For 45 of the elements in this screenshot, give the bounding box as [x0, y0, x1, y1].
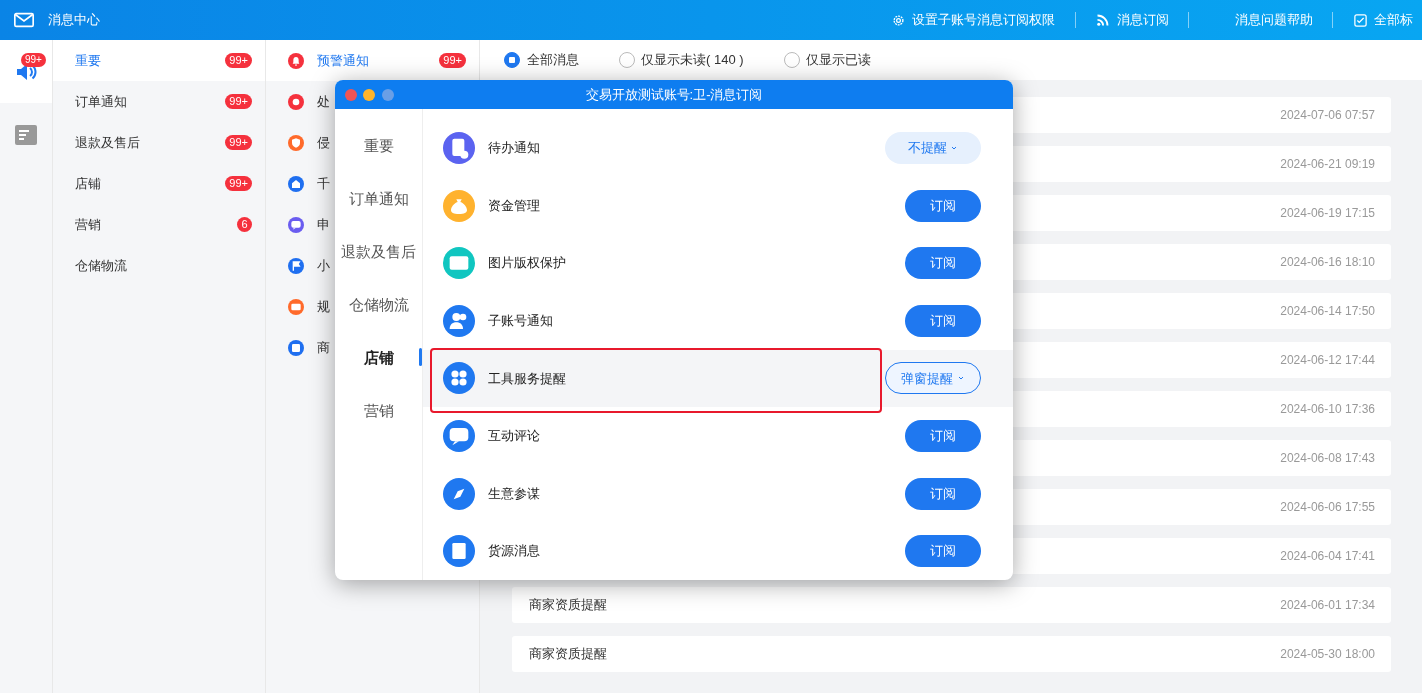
- subcategory-label: 规: [317, 297, 330, 316]
- subscription-name: 图片版权保护: [488, 254, 566, 273]
- message-time: 2024-06-21 09:19: [1280, 156, 1375, 173]
- message-time: 2024-06-01 17:34: [1280, 597, 1375, 614]
- message-time: 2024-06-16 18:10: [1280, 254, 1375, 271]
- subscription-name: 待办通知: [488, 139, 540, 158]
- count-badge: 99+: [225, 94, 252, 109]
- dialog-title: 交易开放测试账号:卫-消息订阅: [585, 85, 763, 104]
- message-time: 2024-06-10 17:36: [1280, 401, 1375, 418]
- app-title: 消息中心: [48, 11, 100, 30]
- subscription-name: 子账号通知: [488, 312, 553, 331]
- message-time: 2024-06-04 17:41: [1280, 548, 1375, 565]
- category-label: 退款及售后: [75, 133, 140, 152]
- subscription-name: 工具服务提醒: [488, 369, 566, 388]
- subscription-name: 货源消息: [488, 542, 540, 561]
- message-time: 2024-06-08 17:43: [1280, 450, 1375, 467]
- subcategory-label: 预警通知: [317, 51, 369, 70]
- category-label: 仓储物流: [75, 256, 127, 275]
- count-badge: 99+: [439, 53, 466, 68]
- subcategory-label: 申: [317, 215, 330, 234]
- message-time: 2024-06-12 17:44: [1280, 352, 1375, 369]
- category-label: 营销: [75, 215, 101, 234]
- message-time: 2024-06-06 17:55: [1280, 499, 1375, 516]
- subcategory-label: 侵: [317, 133, 330, 152]
- count-badge: 6: [237, 217, 252, 232]
- category-label: 订单通知: [75, 92, 127, 111]
- count-badge: 99+: [225, 53, 252, 68]
- message-time: 2024-06-14 17:50: [1280, 303, 1375, 320]
- count-badge: 99+: [21, 53, 46, 67]
- subscription-name: 资金管理: [488, 196, 540, 215]
- subcategory-label: 小: [317, 256, 330, 275]
- category-label: 店铺: [75, 174, 101, 193]
- subscription-name: 互动评论: [488, 427, 540, 446]
- count-badge: 99+: [225, 135, 252, 150]
- message-time: 2024-05-30 18:00: [1280, 646, 1375, 663]
- subscription-name: 生意参谋: [488, 484, 540, 503]
- count-badge: 99+: [225, 176, 252, 191]
- message-time: 2024-06-19 17:15: [1280, 205, 1375, 222]
- subcategory-label: 千: [317, 174, 330, 193]
- subcategory-label: 商: [317, 338, 330, 357]
- message-title: 商家资质提醒: [529, 596, 607, 615]
- message-time: 2024-07-06 07:57: [1280, 107, 1375, 124]
- message-title: 商家资质提醒: [529, 645, 607, 664]
- subcategory-label: 处: [317, 92, 330, 111]
- category-label: 重要: [75, 51, 101, 70]
